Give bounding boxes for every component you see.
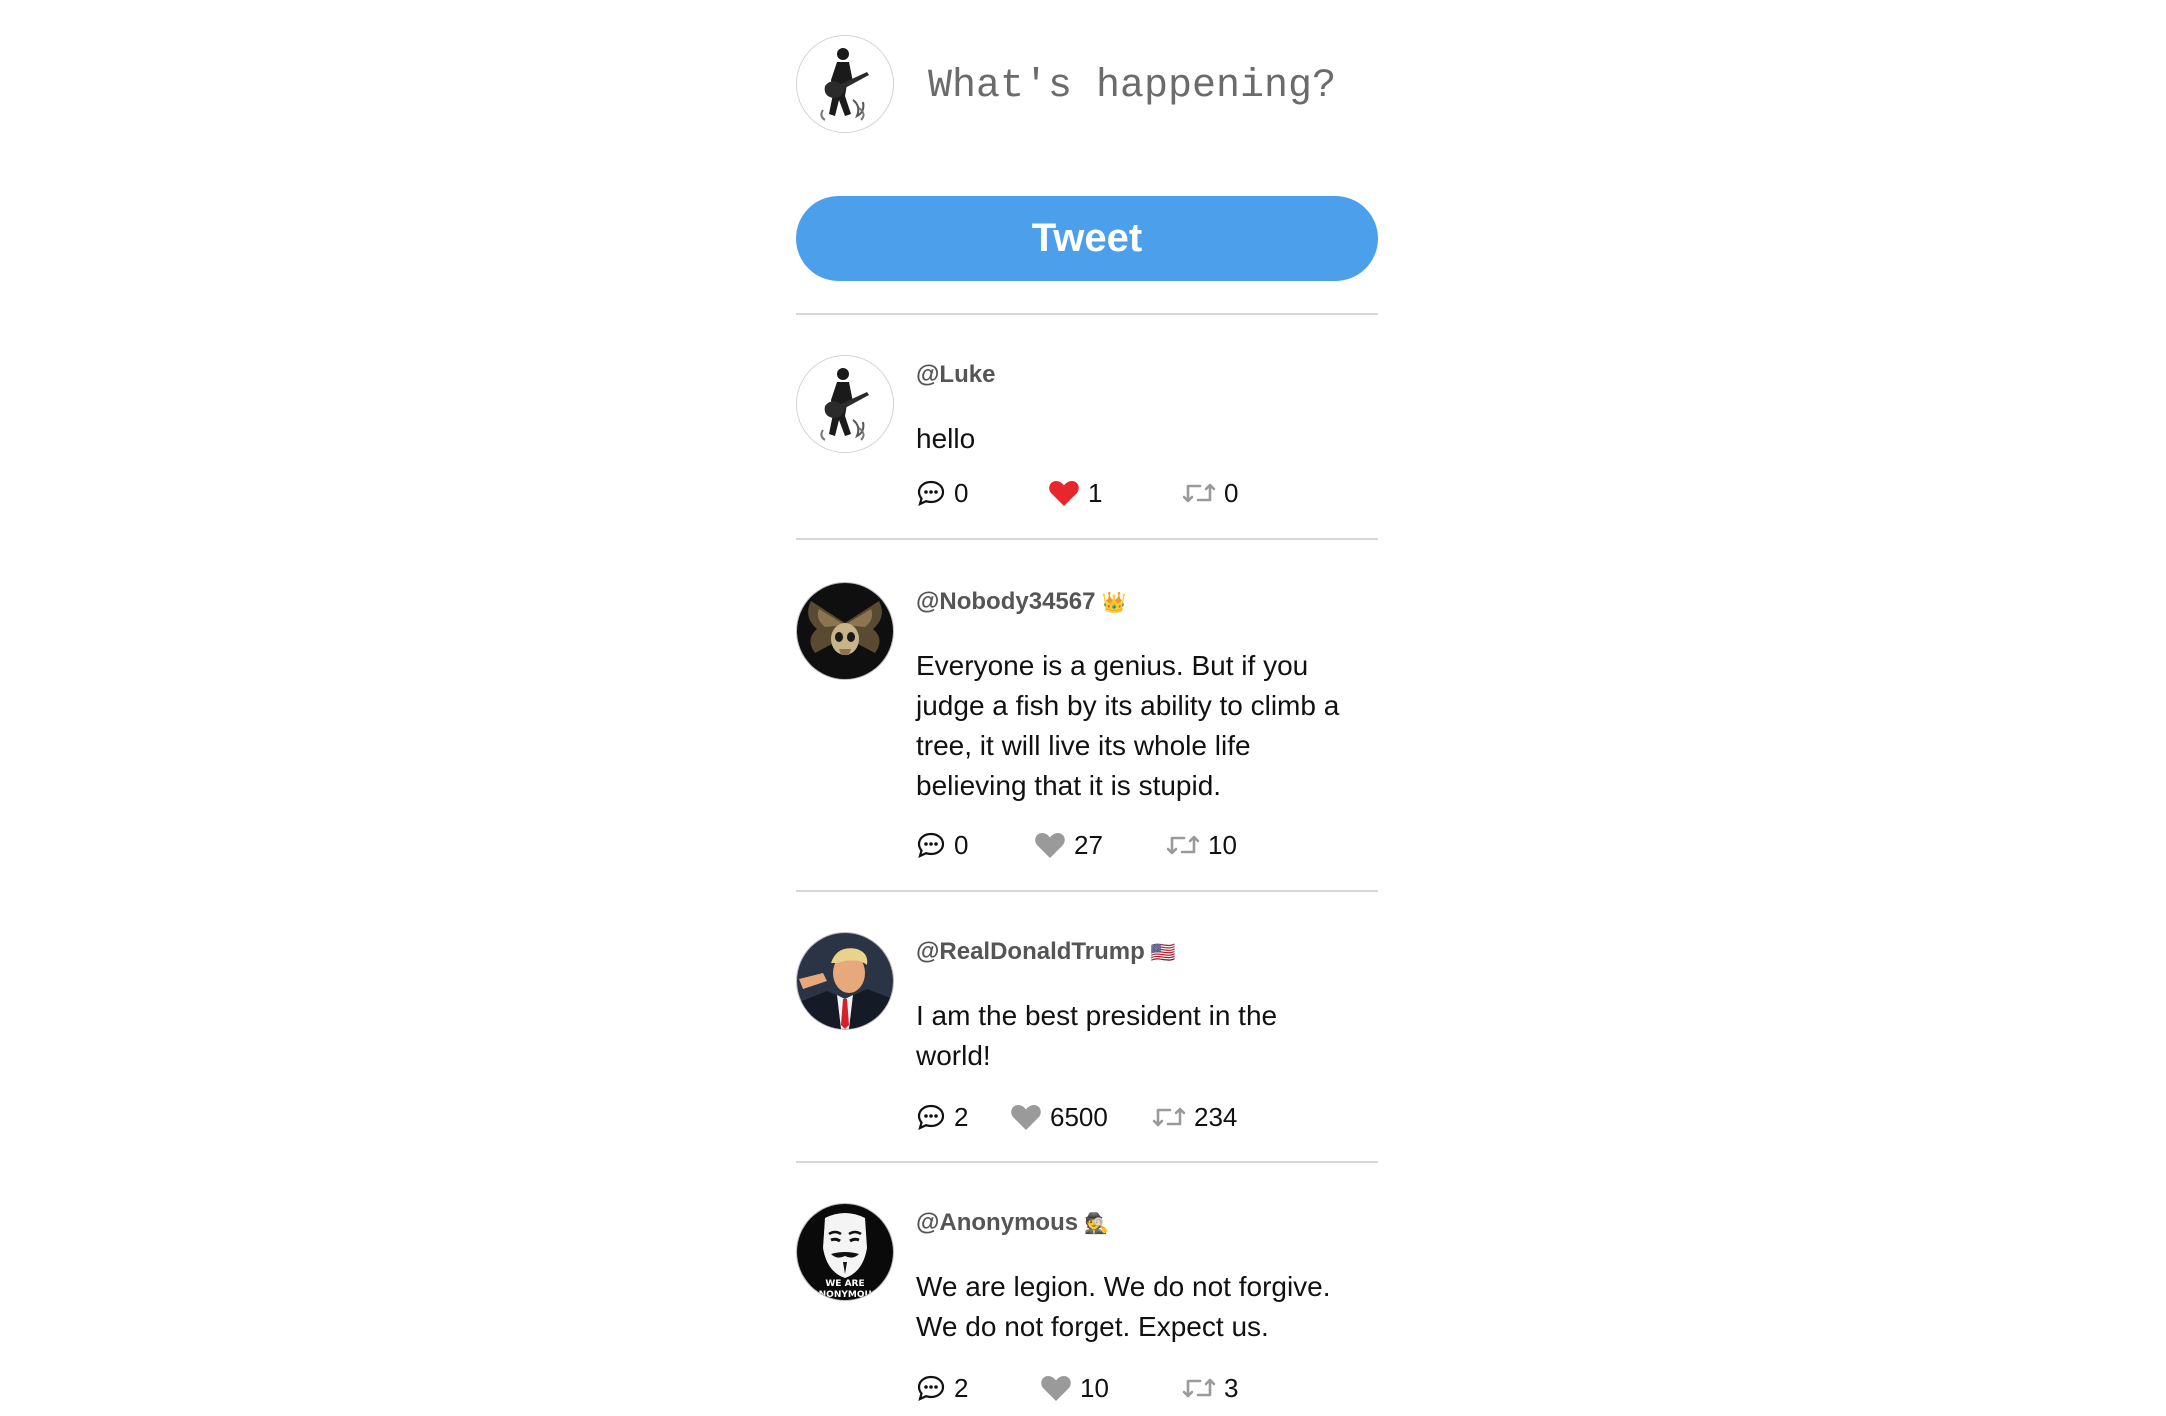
comment-icon [917,480,945,507]
retweet-button[interactable]: 10 [1166,827,1237,863]
like-button[interactable]: 27 [1034,827,1103,863]
crown-icon: 👑 [1101,591,1127,614]
tweet-text: hello [916,423,976,454]
divider [796,1161,1378,1163]
comment-count: 0 [954,477,969,508]
comment-button[interactable]: 2 [916,1370,968,1406]
feed-column: Tweet @Luke hello [796,0,1388,1403]
divider [796,890,1378,892]
retweet-count: 0 [1224,477,1239,508]
comment-count: 2 [954,1372,969,1403]
tweet-composer [796,0,1388,195]
us-flag-icon: 🇺🇸 [1150,941,1176,964]
avatar[interactable] [796,932,894,1030]
tweet-body: @Luke hello [916,355,1356,459]
retweet-count: 3 [1224,1372,1239,1403]
trump-avatar-icon [797,933,893,1029]
comment-count: 0 [954,829,969,860]
tweet-handle[interactable]: @Nobody34567 👑 [916,586,1356,618]
heart-icon [1041,1375,1071,1401]
guitarist-avatar-icon [797,36,893,132]
tweet-input[interactable] [916,50,1388,122]
heart-icon [1011,1104,1041,1130]
avatar[interactable] [796,582,894,680]
divider [796,313,1378,315]
retweet-button[interactable]: 0 [1182,475,1238,511]
tweet-text: Everyone is a genius. But if you judge a… [916,650,1340,801]
heart-icon [1035,832,1065,858]
tweet-handle[interactable]: @Anonymous 🕵 [916,1207,1356,1239]
handle-text: @Nobody34567 [916,588,1096,615]
tweet-handle[interactable]: @RealDonaldTrump 🇺🇸 [916,936,1356,968]
retweet-icon [1166,835,1200,855]
tweet-body: @Nobody34567 👑 Everyone is a genius. But… [916,582,1356,806]
retweet-count: 10 [1208,829,1237,860]
like-button[interactable]: 10 [1040,1370,1109,1406]
heart-filled-icon [1049,480,1079,506]
avatar[interactable]: WE ARE ANONYMOUS [796,1203,894,1301]
handle-text: @Luke [916,361,996,388]
handle-text: @Anonymous [916,1209,1079,1236]
like-count: 1 [1088,477,1103,508]
tweet-text: We are legion. We do not forgive. We do … [916,1271,1331,1342]
tweet-text: I am the best president in the world! [916,1000,1278,1071]
like-count: 10 [1080,1372,1109,1403]
tweet-handle[interactable]: @Luke [916,359,1356,391]
retweet-icon [1182,1378,1216,1398]
comment-button[interactable]: 0 [916,827,968,863]
like-count: 27 [1074,829,1103,860]
tweet-button[interactable]: Tweet [796,196,1378,281]
comment-icon [917,1104,945,1131]
retweet-button[interactable]: 3 [1182,1370,1238,1406]
comment-icon [917,1375,945,1402]
retweet-button[interactable]: 234 [1152,1099,1237,1135]
tweet-body: @RealDonaldTrump 🇺🇸 I am the best presid… [916,932,1356,1076]
detective-icon: 🕵 [1084,1212,1109,1235]
guitarist-avatar-icon [797,356,893,452]
avatar-caption-line2: ANONYMOUS [812,1290,879,1300]
avatar[interactable] [796,355,894,453]
retweet-count: 234 [1194,1101,1238,1132]
retweet-icon [1182,483,1216,503]
avatar-caption-line1: WE ARE [825,1279,864,1289]
anonymous-mask-avatar-icon: WE ARE ANONYMOUS [797,1204,893,1300]
comment-button[interactable]: 0 [916,475,968,511]
comment-button[interactable]: 2 [916,1099,968,1135]
like-button[interactable]: 6500 [1010,1099,1108,1135]
retweet-icon [1152,1107,1186,1127]
like-count: 6500 [1050,1101,1108,1132]
composer-avatar [796,35,894,133]
comment-icon [917,832,945,859]
like-button[interactable]: 1 [1048,475,1102,511]
comment-count: 2 [954,1101,969,1132]
handle-text: @RealDonaldTrump [916,938,1145,965]
tweet-body: @Anonymous 🕵 We are legion. We do not fo… [916,1203,1356,1347]
divider [796,538,1378,540]
skull-moth-avatar-icon [797,583,893,679]
